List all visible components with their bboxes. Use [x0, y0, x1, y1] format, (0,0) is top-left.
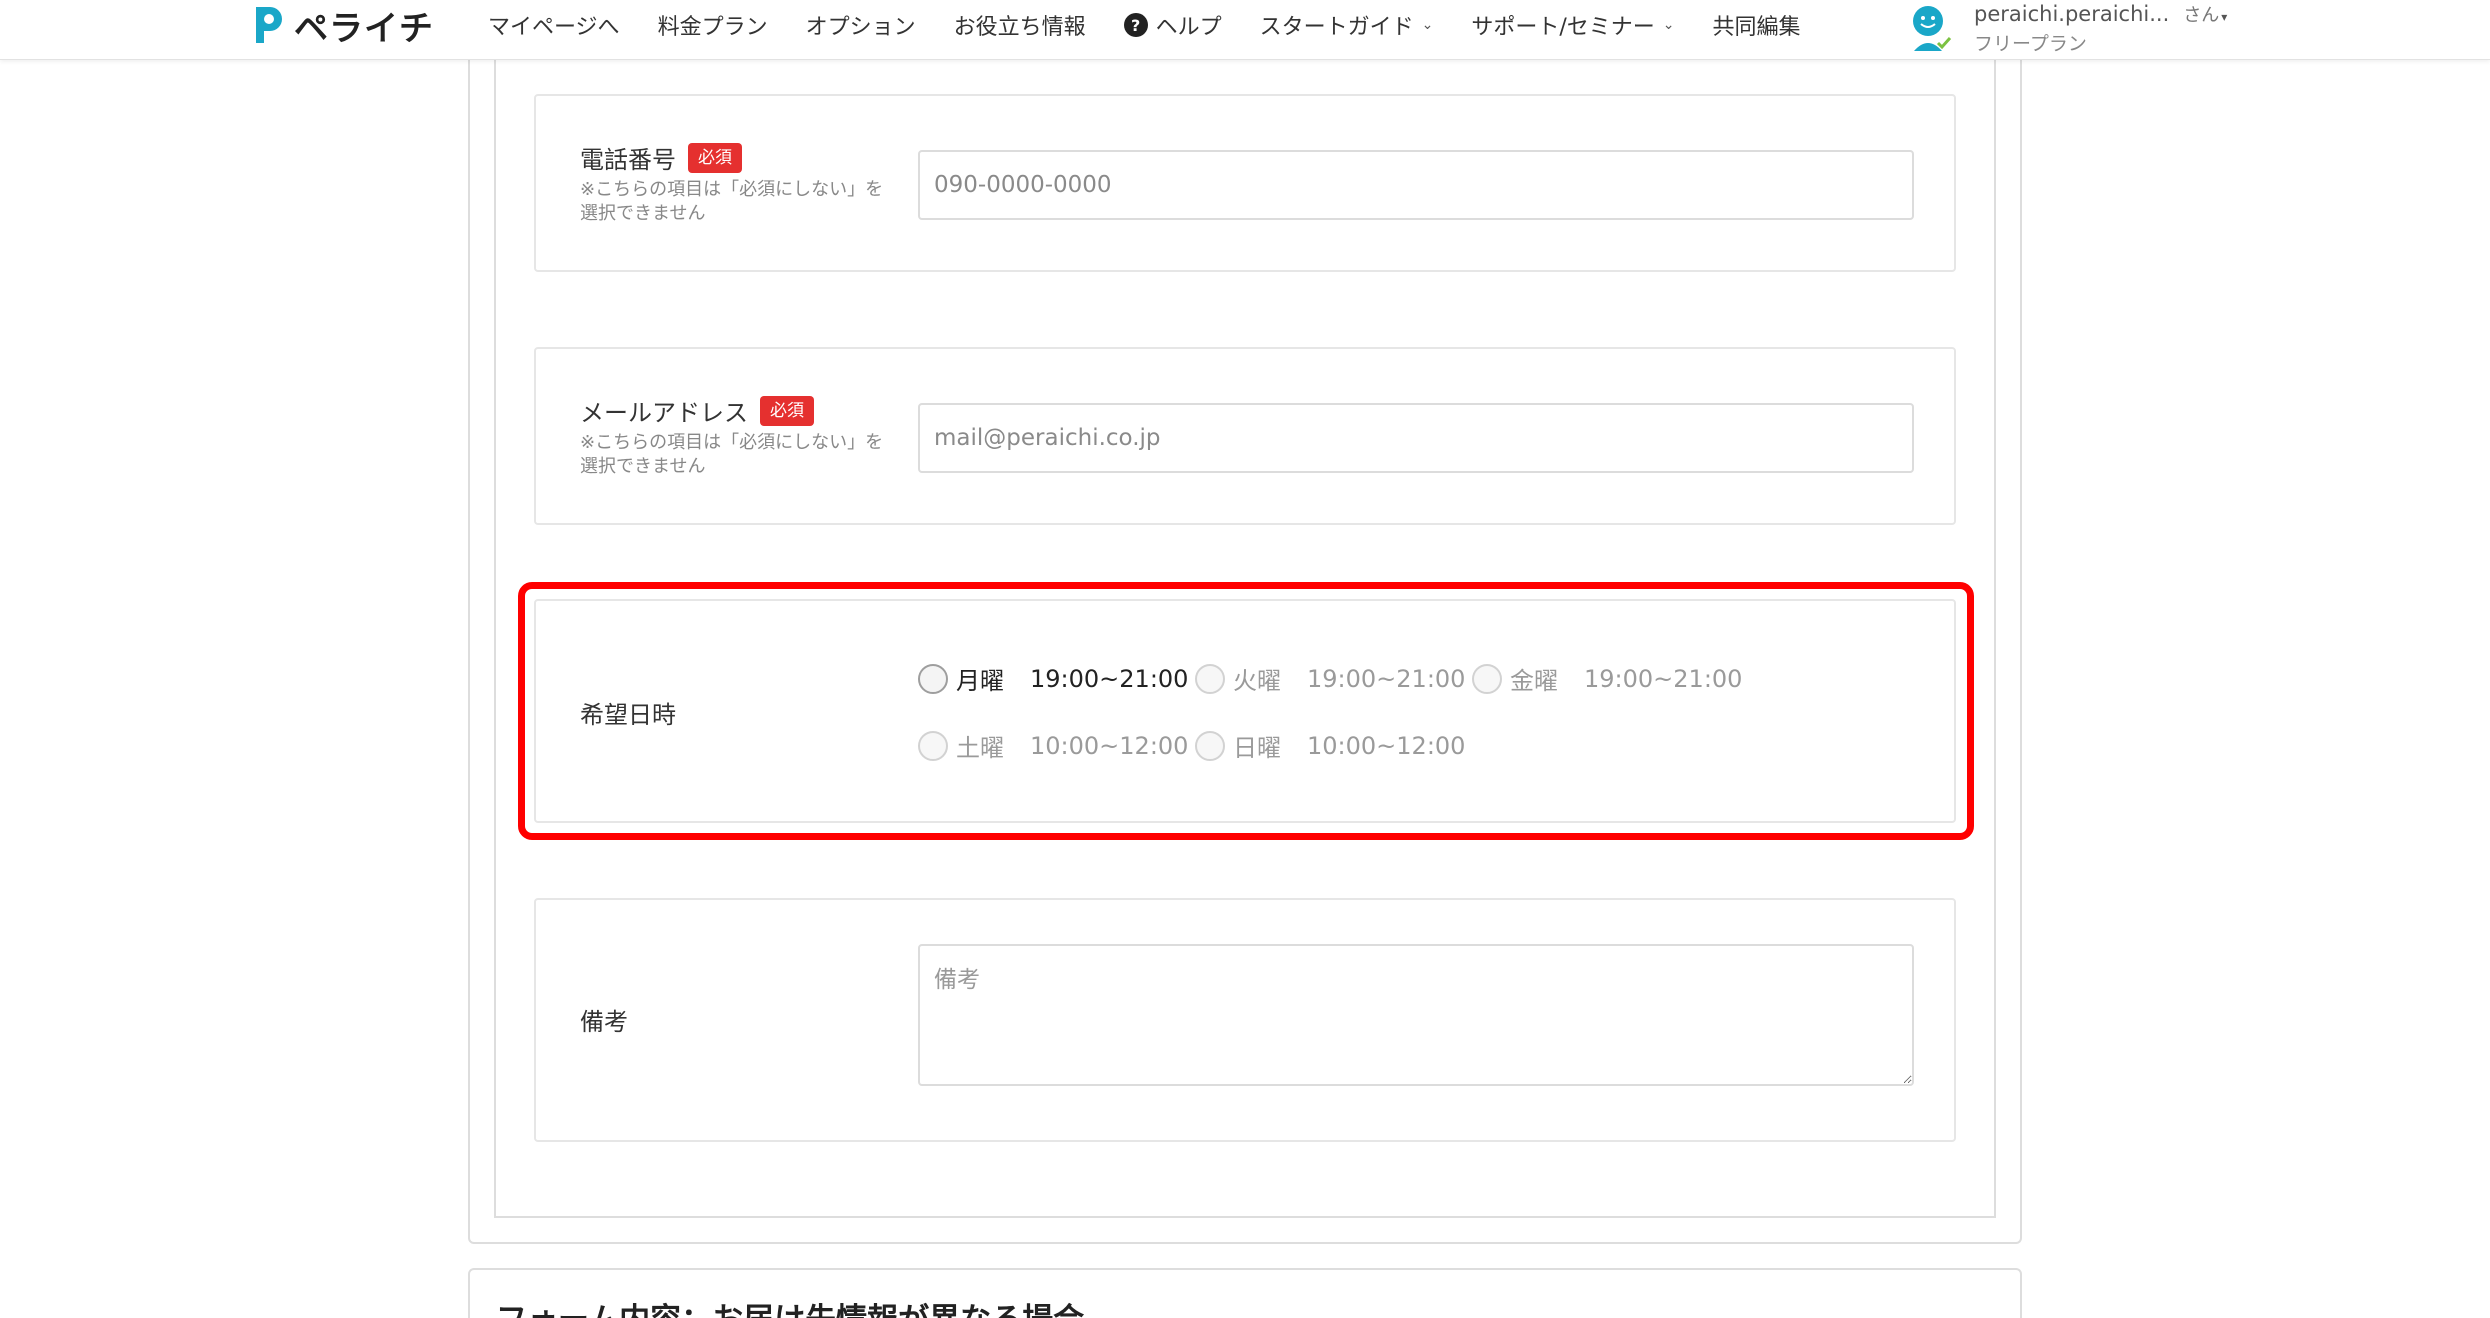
radio-day-label: 火曜 [1233, 667, 1281, 695]
radio-sunday: 日曜 10:00~12:00 [1195, 728, 1465, 763]
radio-saturday: 土曜 10:00~12:00 [918, 728, 1188, 763]
nav-start-guide[interactable]: スタートガイド ⌄ [1260, 9, 1434, 41]
question-circle-icon: ? [1123, 13, 1148, 37]
nav-mypage-label: マイページへ [488, 15, 620, 40]
user-name-row: peraichi.peraichi... さん ▾ [1974, 1, 2227, 27]
remarks-field-label: 備考 [580, 1002, 628, 1037]
radio-monday[interactable]: 月曜 19:00~21:00 [918, 661, 1188, 696]
radio-friday: 金曜 19:00~21:00 [1472, 661, 1742, 696]
email-field-note: ※こちらの項目は「必須にしない」を選択できません [580, 432, 884, 477]
nav-pricing[interactable]: 料金プラン [658, 9, 768, 41]
user-menu[interactable]: peraichi.peraichi... さん ▾ フリープラン [1908, 0, 2227, 56]
top-navbar: ペライチ マイページへ 料金プラン オプション お役立ち情報 ? ヘルプ スター… [0, 0, 2490, 60]
remarks-field-card: 備考 [534, 898, 1956, 1142]
phone-label-text: 電話番号 [580, 146, 676, 174]
nav-useful-info-label: お役立ち情報 [953, 15, 1086, 40]
phone-field-label: 電話番号 必須 [580, 140, 742, 175]
radio-circle [1195, 730, 1225, 761]
radio-time-label: 10:00~12:00 [1307, 731, 1466, 760]
main-nav: マイページへ 料金プラン オプション お役立ち情報 ? ヘルプ スタートガイド … [488, 0, 1839, 50]
email-field-card: メールアドレス 必須 ※こちらの項目は「必須にしない」を選択できません [534, 347, 1956, 525]
radio-tuesday: 火曜 19:00~21:00 [1195, 661, 1465, 696]
radio-circle [1472, 663, 1502, 694]
nav-useful-info[interactable]: お役立ち情報 [954, 9, 1086, 41]
email-input[interactable] [918, 403, 1914, 473]
radio-time-label: 19:00~21:00 [1030, 664, 1189, 693]
nav-collab-edit[interactable]: 共同編集 [1713, 9, 1801, 41]
email-field-label: メールアドレス 必須 [580, 393, 814, 428]
nav-collab-edit-label: 共同編集 [1712, 15, 1801, 40]
nav-options-label: オプション [805, 15, 916, 40]
radio-circle [1195, 663, 1225, 694]
nav-support-seminar-label: サポート/セミナー [1471, 15, 1655, 40]
required-badge: 必須 [760, 395, 814, 426]
radio-time-label: 19:00~21:00 [1307, 664, 1466, 693]
section-title: フォーム内容：お届け先情報が異なる場合 [496, 1294, 1084, 1318]
email-label-text: メールアドレス [580, 399, 748, 427]
radio-circle [918, 730, 948, 761]
chevron-down-icon: ⌄ [1662, 17, 1675, 33]
radio-circle[interactable] [918, 663, 948, 694]
radio-day-label: 土曜 [956, 734, 1004, 762]
datetime-field-card: 希望日時 月曜 19:00~21:00 火曜 19:00~21:00 金曜 19… [534, 599, 1956, 823]
chevron-down-icon: ⌄ [1421, 17, 1434, 33]
radio-day-label: 月曜 [956, 667, 1004, 695]
peraichi-logo[interactable]: ペライチ [252, 0, 434, 50]
user-info: peraichi.peraichi... さん ▾ フリープラン [1974, 1, 2227, 56]
logo-text: ペライチ [294, 8, 434, 49]
radio-time-label: 19:00~21:00 [1584, 664, 1743, 693]
required-badge: 必須 [688, 142, 742, 173]
nav-mypage[interactable]: マイページへ [488, 9, 620, 41]
datetime-field-label: 希望日時 [580, 695, 676, 730]
remarks-textarea[interactable] [918, 944, 1914, 1086]
phone-input[interactable] [918, 150, 1914, 220]
nav-options[interactable]: オプション [806, 9, 916, 41]
radio-day-label: 日曜 [1233, 734, 1281, 762]
nav-help-label: ヘルプ [1155, 15, 1222, 40]
nav-pricing-label: 料金プラン [657, 15, 768, 40]
radio-day-label: 金曜 [1510, 667, 1558, 695]
nav-help[interactable]: ? ヘルプ [1123, 9, 1222, 41]
datetime-label-text: 希望日時 [580, 701, 676, 729]
avatar [1908, 3, 1952, 53]
user-plan: フリープラン [1974, 32, 2087, 55]
phone-field-card: 電話番号 必須 ※こちらの項目は「必須にしない」を選択できません [534, 94, 1956, 272]
user-suffix: さん [2183, 4, 2220, 26]
delivery-info-section: フォーム内容：お届け先情報が異なる場合 [468, 1268, 2022, 1318]
caret-down-icon: ▾ [2221, 9, 2228, 24]
peraichi-logo-icon [252, 3, 286, 47]
remarks-label-text: 備考 [580, 1008, 628, 1036]
nav-start-guide-label: スタートガイド [1259, 15, 1414, 40]
phone-field-note: ※こちらの項目は「必須にしない」を選択できません [580, 179, 884, 224]
nav-support-seminar[interactable]: サポート/セミナー ⌄ [1471, 9, 1674, 41]
radio-time-label: 10:00~12:00 [1030, 731, 1189, 760]
user-name: peraichi.peraichi... [1974, 1, 2170, 26]
